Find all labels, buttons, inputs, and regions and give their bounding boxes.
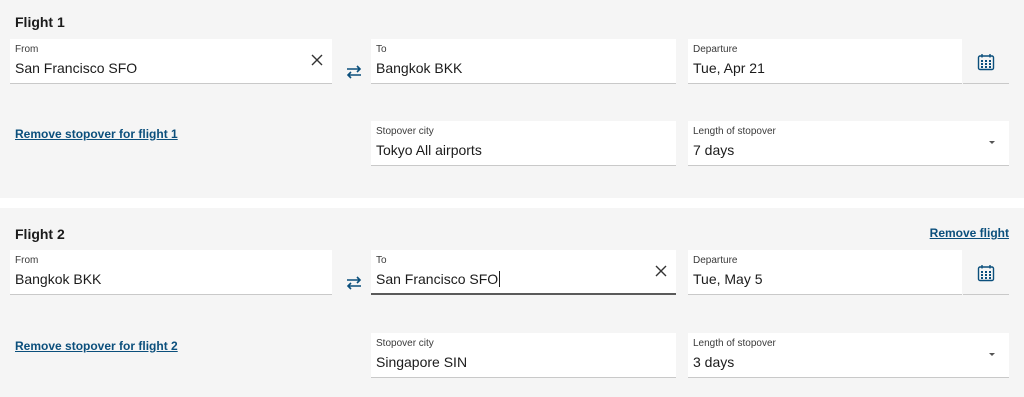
swap-arrows-icon[interactable] bbox=[344, 62, 364, 82]
swap-arrows-icon[interactable] bbox=[344, 273, 364, 293]
flight-1-title: Flight 1 bbox=[15, 14, 65, 30]
to-value: Bangkok BKK bbox=[376, 60, 463, 76]
departure-value: Tue, Apr 21 bbox=[693, 60, 765, 76]
stopover-length-value: 7 days bbox=[693, 142, 735, 158]
stopover-length-value: 3 days bbox=[693, 354, 735, 370]
stopover-length-label: Length of stopover bbox=[693, 338, 776, 349]
from-label: From bbox=[15, 44, 39, 55]
flight-2-section: Flight 2 Remove flight From Bangkok BKK … bbox=[0, 208, 1024, 397]
chevron-down-icon bbox=[989, 353, 995, 356]
remove-stopover-link[interactable]: Remove stopover for flight 1 bbox=[15, 127, 178, 141]
departure-label: Departure bbox=[693, 44, 738, 55]
flight-2-title: Flight 2 bbox=[15, 226, 65, 242]
stopover-city-value: Tokyo All airports bbox=[376, 142, 482, 158]
from-value: San Francisco SFO bbox=[15, 60, 138, 76]
stopover-city-field[interactable]: Stopover city Tokyo All airports bbox=[371, 121, 676, 166]
to-field[interactable]: To San Francisco SFO bbox=[371, 250, 676, 295]
departure-label: Departure bbox=[693, 255, 738, 266]
calendar-icon bbox=[977, 54, 995, 71]
calendar-icon bbox=[977, 265, 995, 282]
chevron-down-icon bbox=[989, 141, 995, 144]
from-label: From bbox=[15, 255, 39, 266]
departure-field[interactable]: Departure Tue, May 5 bbox=[688, 250, 962, 295]
from-value: Bangkok BKK bbox=[15, 271, 102, 287]
stopover-city-label: Stopover city bbox=[376, 126, 434, 137]
stopover-city-field[interactable]: Stopover city Singapore SIN bbox=[371, 333, 676, 378]
from-field[interactable]: From Bangkok BKK bbox=[10, 250, 332, 295]
remove-stopover-link[interactable]: Remove stopover for flight 2 bbox=[15, 339, 178, 353]
departure-field[interactable]: Departure Tue, Apr 21 bbox=[688, 39, 962, 84]
flight-1-section: Flight 1 From San Francisco SFO To Bangk… bbox=[0, 0, 1024, 198]
stopover-city-label: Stopover city bbox=[376, 338, 434, 349]
remove-flight-link[interactable]: Remove flight bbox=[930, 226, 1009, 240]
to-label: To bbox=[376, 44, 387, 55]
stopover-length-select[interactable]: Length of stopover 3 days bbox=[688, 333, 1009, 378]
close-icon[interactable] bbox=[310, 53, 324, 67]
stopover-length-select[interactable]: Length of stopover 7 days bbox=[688, 121, 1009, 166]
calendar-button[interactable] bbox=[963, 39, 1009, 84]
close-icon[interactable] bbox=[654, 264, 668, 278]
to-field[interactable]: To Bangkok BKK bbox=[371, 39, 676, 84]
stopover-length-label: Length of stopover bbox=[693, 126, 776, 137]
calendar-button[interactable] bbox=[963, 250, 1009, 295]
stopover-city-value: Singapore SIN bbox=[376, 354, 468, 370]
from-field[interactable]: From San Francisco SFO bbox=[10, 39, 332, 84]
to-label: To bbox=[376, 255, 387, 266]
to-value: San Francisco SFO bbox=[376, 271, 499, 287]
departure-value: Tue, May 5 bbox=[693, 271, 763, 287]
